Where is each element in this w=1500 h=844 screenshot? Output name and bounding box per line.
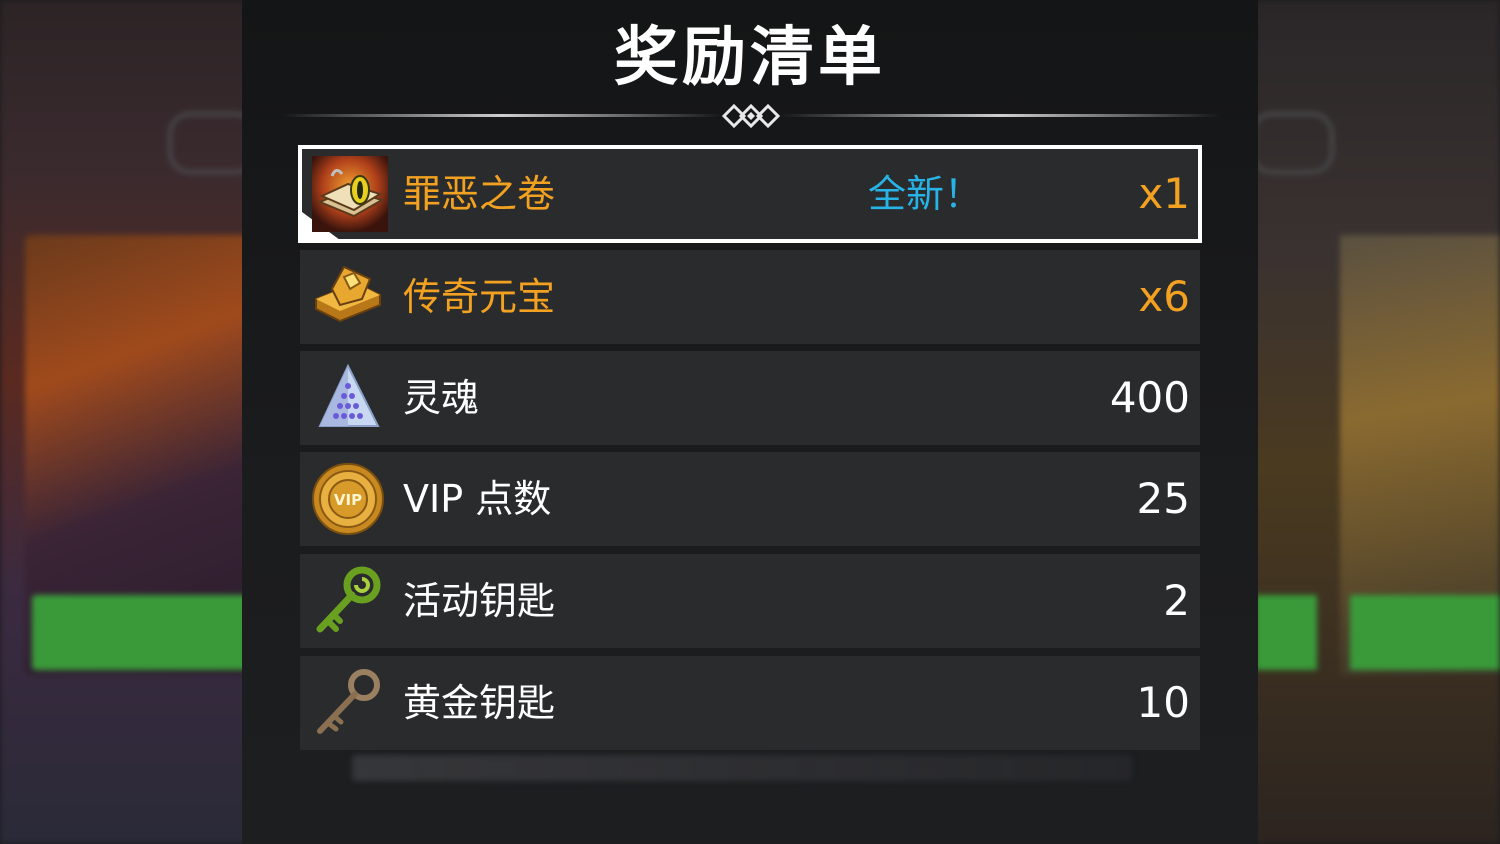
legendary-ingot-icon (315, 265, 381, 323)
reward-row-soul[interactable]: 灵魂 400 (300, 351, 1200, 445)
reward-name: VIP 点数 (403, 477, 552, 521)
reward-quantity: 400 (1109, 373, 1190, 422)
title-divider-left (282, 114, 722, 117)
reward-row-legendary-ingot[interactable]: 传奇元宝 x6 (300, 250, 1200, 344)
background-right-buy-button-2 (1255, 595, 1317, 670)
diamond-ornament-icon (721, 103, 781, 129)
title-divider-right (780, 114, 1220, 117)
reward-list-dialog: 奖励清单 罪恶之卷 全新！ x1 传奇元宝 x6 灵魂 400 VIP VIP … (242, 0, 1258, 844)
new-badge: 全新！ (868, 172, 983, 216)
reward-name: 传奇元宝 (403, 275, 556, 319)
reward-quantity: x6 (1138, 272, 1190, 321)
background-left-buy-button (32, 595, 252, 670)
vip-coin-icon: VIP (312, 463, 384, 535)
reward-name: 黄金钥匙 (403, 681, 556, 725)
reward-row-gold-key[interactable]: 黄金钥匙 10 (300, 656, 1200, 750)
reward-name: 罪恶之卷 (403, 172, 556, 216)
background-description-text (352, 755, 1132, 781)
reward-name: 活动钥匙 (403, 579, 556, 623)
reward-quantity: x1 (1138, 169, 1190, 218)
event-key-icon (316, 566, 381, 633)
dialog-title: 奖励清单 (614, 21, 886, 95)
reward-quantity: 2 (1163, 576, 1190, 625)
gold-key-icon (317, 669, 380, 734)
reward-quantity: 25 (1136, 474, 1190, 523)
reward-name: 灵魂 (403, 376, 480, 420)
background-right-buy-button (1350, 595, 1500, 670)
reward-row-vip-points[interactable]: VIP VIP 点数 25 (300, 452, 1200, 546)
reward-row-event-key[interactable]: 活动钥匙 2 (300, 554, 1200, 648)
background-tab-right (1250, 112, 1334, 174)
book-of-sin-icon (312, 156, 388, 232)
reward-quantity: 10 (1136, 678, 1190, 727)
reward-row-book-of-sin[interactable]: 罪恶之卷 全新！ x1 (298, 145, 1202, 243)
soul-crystal-icon (318, 363, 380, 427)
svg-text:VIP: VIP (334, 491, 362, 509)
